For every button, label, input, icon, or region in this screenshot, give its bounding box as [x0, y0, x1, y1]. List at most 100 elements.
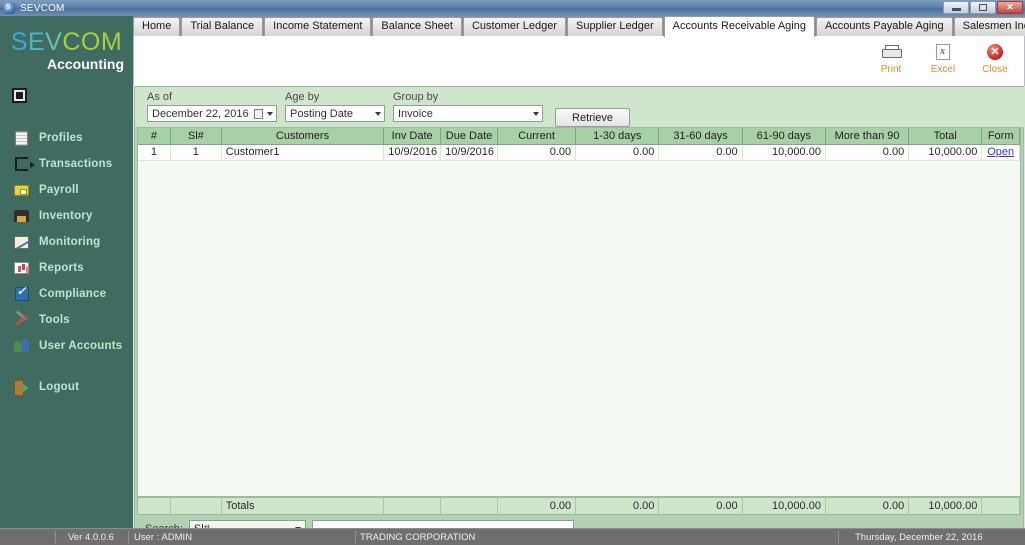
tools-icon — [13, 313, 30, 328]
payroll-icon — [13, 183, 30, 198]
sidebar-item-profiles[interactable]: Profiles — [0, 125, 133, 151]
totals-label: Totals — [221, 498, 385, 514]
sidebar-item-user-accounts[interactable]: User Accounts — [0, 333, 133, 359]
excel-export-button[interactable]: Excel — [917, 41, 969, 75]
status-version: Ver 4.0.0.6 — [68, 532, 114, 543]
tab-salesmen-incentive[interactable]: Salesmen Incentive — [953, 17, 1025, 36]
sidebar-item-payroll[interactable]: Payroll — [0, 177, 133, 203]
close-circle-icon: ✕ — [969, 41, 1021, 63]
inventory-icon — [13, 209, 30, 224]
panel-toggle-icon — [16, 92, 23, 99]
compliance-icon — [13, 285, 30, 302]
user-accounts-icon — [13, 339, 30, 354]
panel-toggle-button[interactable] — [12, 88, 27, 103]
logout-icon — [13, 380, 30, 396]
sidebar-item-label: Compliance — [39, 288, 107, 300]
chevron-down-icon — [533, 111, 539, 116]
cell-due-date: 10/9/2016 — [440, 144, 498, 161]
tab-customer-ledger[interactable]: Customer Ledger — [462, 17, 566, 36]
column-header-sl[interactable]: Sl# — [170, 128, 222, 145]
excel-icon — [917, 41, 969, 63]
totals-1-30-days: 0.00 — [575, 498, 660, 514]
as-of-group: As of December 22, 2016 — [147, 91, 277, 122]
logo-subtitle: Accounting — [47, 56, 124, 72]
tab-supplier-ledger[interactable]: Supplier Ledger — [566, 17, 663, 36]
logo-letter-v: V — [45, 28, 63, 56]
sidebar-nav: Profiles Transactions Payroll Inventory … — [0, 125, 133, 400]
column-header-number[interactable]: # — [138, 128, 171, 145]
status-bar: Ver 4.0.0.6 User : ADMIN TRADING CORPORA… — [0, 528, 1025, 545]
excel-label: Excel — [930, 64, 956, 75]
tab-income-statement[interactable]: Income Statement — [264, 17, 372, 36]
aging-table-container: # Sl# Customers Inv Date Due Date Curren… — [137, 127, 1021, 497]
application-window: SEVCOM ✕ SEVCOM Accounting Profiles Tran… — [0, 0, 1025, 545]
cell-form: Open — [981, 144, 1020, 161]
age-by-value: Posting Date — [290, 107, 353, 120]
tab-balance-sheet[interactable]: Balance Sheet — [372, 17, 462, 36]
sidebar-item-monitoring[interactable]: Monitoring — [0, 229, 133, 255]
age-by-group: Age by Posting Date — [285, 91, 385, 122]
column-header-due-date[interactable]: Due Date — [440, 128, 498, 145]
report-toolbar: Print Excel ✕ Close — [133, 36, 1025, 86]
maximize-icon — [979, 4, 987, 11]
tab-bar: Home Trial Balance Income Statement Bala… — [133, 16, 1025, 37]
sidebar-item-inventory[interactable]: Inventory — [0, 203, 133, 229]
monitoring-icon — [13, 235, 30, 250]
table-header-row: # Sl# Customers Inv Date Due Date Curren… — [138, 128, 1020, 145]
sidebar-item-label: Monitoring — [39, 236, 101, 248]
cell-total: 10,000.00 — [908, 144, 983, 161]
tab-home[interactable]: Home — [133, 17, 181, 36]
status-user: User : ADMIN — [134, 532, 193, 543]
totals-current: 0.00 — [497, 498, 577, 514]
cell-1-30-days: 0.00 — [575, 144, 660, 161]
close-report-button[interactable]: ✕ Close — [969, 41, 1021, 75]
column-header-1-30-days[interactable]: 1-30 days — [575, 128, 660, 145]
tab-accounts-payable-aging[interactable]: Accounts Payable Aging — [815, 17, 953, 36]
brand-logo: SEVCOM Accounting — [0, 16, 133, 73]
age-by-label: Age by — [285, 91, 320, 103]
as-of-date-picker[interactable]: December 22, 2016 — [147, 105, 277, 122]
tab-accounts-receivable-aging[interactable]: Accounts Receivable Aging — [663, 16, 815, 37]
toolbar-actions: Print Excel ✕ Close — [865, 41, 1021, 75]
report-panel: As of December 22, 2016 Age by Posting D… — [134, 86, 1025, 544]
column-header-31-60-days[interactable]: 31-60 days — [658, 128, 743, 145]
column-header-more-than-90[interactable]: More than 90 — [825, 128, 910, 145]
column-header-customers[interactable]: Customers — [221, 128, 385, 145]
column-header-61-90-days[interactable]: 61-90 days — [742, 128, 826, 145]
cell-customer: Customer1 — [221, 144, 385, 161]
print-button[interactable]: Print — [865, 41, 917, 75]
sidebar-item-transactions[interactable]: Transactions — [0, 151, 133, 177]
as-of-label: As of — [147, 91, 173, 103]
print-label: Print — [880, 64, 902, 75]
group-by-select[interactable]: Invoice — [393, 105, 543, 122]
sidebar-item-compliance[interactable]: Compliance — [0, 281, 133, 307]
logo-letter-s: S — [10, 28, 28, 56]
sidebar-item-label: Payroll — [39, 184, 79, 196]
maximize-button[interactable] — [970, 1, 996, 14]
sidebar-item-logout[interactable]: Logout — [0, 374, 133, 400]
column-header-form[interactable]: Form — [981, 128, 1020, 145]
totals-row: Totals 0.00 0.00 0.00 10,000.00 0.00 10,… — [137, 497, 1021, 515]
column-header-inv-date[interactable]: Inv Date — [383, 128, 442, 145]
calendar-icon — [254, 109, 263, 119]
logo-letter-e: E — [27, 28, 46, 56]
sidebar-item-label: Inventory — [39, 210, 93, 222]
cell-current: 0.00 — [497, 144, 577, 161]
column-header-total[interactable]: Total — [908, 128, 983, 145]
sidebar-item-label: Reports — [39, 262, 84, 274]
tab-trial-balance[interactable]: Trial Balance — [181, 17, 264, 36]
close-window-button[interactable]: ✕ — [997, 1, 1023, 14]
totals-more-than-90: 0.00 — [825, 498, 910, 514]
retrieve-button[interactable]: Retrieve — [555, 108, 630, 127]
age-by-select[interactable]: Posting Date — [285, 105, 385, 122]
minimize-button[interactable] — [943, 1, 969, 14]
open-form-link[interactable]: Open — [987, 146, 1014, 158]
sevcom-logo-icon — [4, 2, 15, 14]
table-row[interactable]: 1 1 Customer1 10/9/2016 10/9/2016 0.00 0… — [138, 144, 1020, 161]
column-header-current[interactable]: Current — [497, 128, 577, 145]
window-controls: ✕ — [943, 1, 1023, 14]
cell-31-60-days: 0.00 — [658, 144, 743, 161]
sidebar-item-tools[interactable]: Tools — [0, 307, 133, 333]
sidebar-item-reports[interactable]: Reports — [0, 255, 133, 281]
totals-31-60-days: 0.00 — [658, 498, 743, 514]
